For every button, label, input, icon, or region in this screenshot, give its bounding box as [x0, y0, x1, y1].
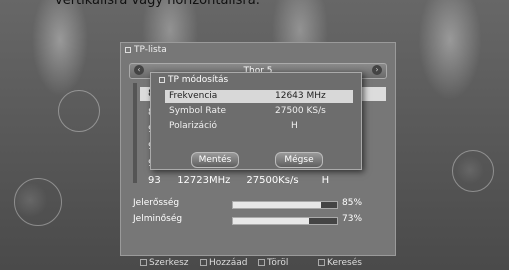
field-label: Polarizáció	[169, 121, 218, 131]
signal-quality-bar	[232, 217, 338, 225]
yellow-key-icon	[258, 259, 265, 266]
row-number: 93	[148, 175, 161, 186]
signal-strength-label: Jelerősség	[133, 198, 180, 208]
signal-quality-value: 73%	[342, 214, 363, 224]
row-symbol-rate: 27500Ks/s	[246, 175, 299, 186]
decor-circle	[14, 178, 62, 226]
cancel-button[interactable]: Mégse	[275, 152, 323, 168]
blue-key-icon	[318, 259, 325, 266]
signal-strength-value: 85%	[342, 198, 363, 208]
polarization-field[interactable]: Polarizáció H	[165, 120, 353, 133]
symbol-rate-field[interactable]: Symbol Rate 27500 KS/s	[165, 105, 353, 118]
field-value: H	[291, 121, 298, 131]
signal-strength-bar	[232, 201, 338, 209]
signal-quality-label: Jelminőség	[133, 214, 183, 224]
chevron-right-icon[interactable]: ›	[372, 65, 382, 75]
save-button[interactable]: Mentés	[191, 152, 239, 168]
row-frequency: 12723MHz	[177, 175, 231, 186]
footer-edit[interactable]: Szerkesz	[140, 258, 189, 268]
instruction-caption: vertikálisra vagy horizontálisra.	[55, 0, 260, 8]
signal-strength-fill	[233, 202, 322, 208]
field-label: Symbol Rate	[169, 106, 227, 116]
row-polarization: H	[321, 175, 330, 186]
footer-search[interactable]: Keresés	[318, 258, 362, 268]
red-key-icon	[140, 259, 147, 266]
footer-delete[interactable]: Töröl	[258, 258, 288, 268]
title-bullet-icon	[159, 76, 165, 83]
list-item[interactable]: 93 12723MHz 27500Ks/s H	[148, 175, 329, 186]
tp-list-title-text: TP-lista	[134, 45, 167, 55]
tp-list-title: TP-lista	[125, 45, 167, 55]
tp-edit-dialog: TP módosítás Frekvencia 12643 MHz Symbol…	[150, 72, 362, 170]
signal-quality-fill	[233, 218, 309, 224]
field-value: 12643 MHz	[275, 91, 326, 101]
decor-circle	[58, 90, 100, 132]
chevron-left-icon[interactable]: ‹	[134, 65, 144, 75]
green-key-icon	[200, 259, 207, 266]
title-bullet-icon	[125, 46, 131, 53]
tp-edit-title: TP módosítás	[159, 75, 228, 85]
frequency-field[interactable]: Frekvencia 12643 MHz	[165, 90, 353, 103]
field-label: Frekvencia	[169, 91, 218, 101]
footer-add[interactable]: Hozzáad	[200, 258, 247, 268]
field-value: 27500 KS/s	[275, 106, 326, 116]
list-scrollbar[interactable]	[133, 83, 137, 183]
decor-circle	[452, 150, 494, 192]
